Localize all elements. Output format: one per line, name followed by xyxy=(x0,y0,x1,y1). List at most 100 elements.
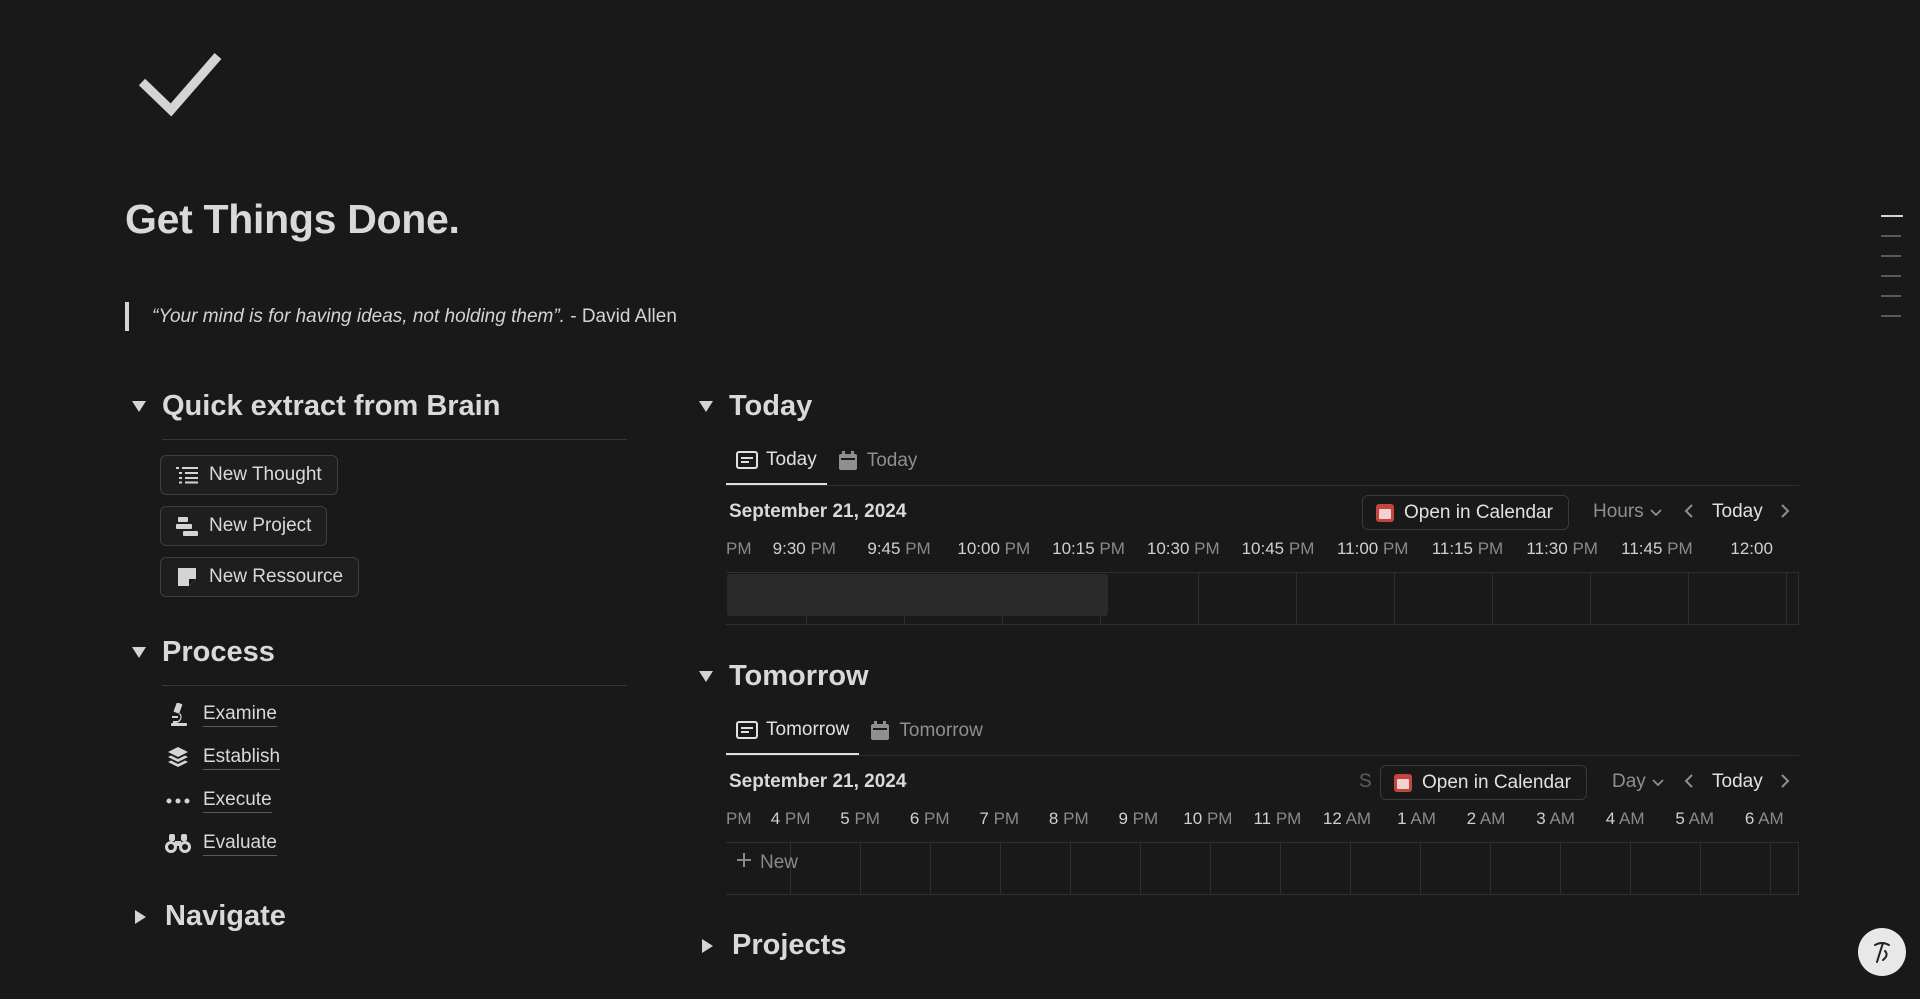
grid-cell[interactable] xyxy=(1281,843,1351,894)
navigate-toggle[interactable]: Navigate xyxy=(132,900,286,933)
quote-author: - David Allen xyxy=(564,306,677,327)
time-label: 10:30 PM xyxy=(1146,539,1220,558)
grid-cell[interactable] xyxy=(1141,843,1211,894)
grid-cell[interactable] xyxy=(1591,573,1689,624)
evaluate-link[interactable]: Evaluate xyxy=(203,832,277,856)
grid-cell[interactable] xyxy=(1001,843,1071,894)
chevron-left-icon[interactable] xyxy=(1684,773,1694,794)
process-toggle[interactable]: Process xyxy=(132,636,275,669)
view-select[interactable]: Day xyxy=(1612,771,1664,793)
toggle-closed-icon[interactable] xyxy=(702,938,713,953)
quick-extract-heading: Quick extract from Brain xyxy=(162,390,501,422)
list-view-icon xyxy=(736,449,758,471)
chevron-left-icon[interactable] xyxy=(1684,503,1694,524)
chevron-right-icon[interactable] xyxy=(1780,773,1790,794)
grid-cell[interactable] xyxy=(861,843,931,894)
toc-line[interactable] xyxy=(1881,275,1901,277)
grid-cell[interactable] xyxy=(1071,843,1141,894)
toc-line[interactable] xyxy=(1881,315,1901,317)
time-label: 1 AM xyxy=(1397,809,1436,828)
process-item-establish[interactable]: Establish xyxy=(165,745,281,771)
timeline-bars-icon xyxy=(175,514,199,538)
process-item-evaluate[interactable]: Evaluate xyxy=(165,831,277,857)
grid-cell[interactable] xyxy=(1199,573,1297,624)
chevron-right-icon[interactable] xyxy=(1780,503,1790,524)
today-view-tabs: Today Today xyxy=(726,436,1799,486)
quote-text: “Your mind is for having ideas, not hold… xyxy=(152,306,565,327)
examine-link[interactable]: Examine xyxy=(203,703,277,727)
toc-line[interactable] xyxy=(1881,235,1901,237)
view-select-value: Hours xyxy=(1593,501,1644,522)
tab-today-calendar[interactable]: Today xyxy=(827,437,928,485)
tab-tomorrow-calendar[interactable]: Tomorrow xyxy=(859,707,992,755)
execute-link[interactable]: Execute xyxy=(203,789,272,813)
grid-cell[interactable] xyxy=(1297,573,1395,624)
chevron-down-icon xyxy=(1650,501,1662,523)
grid-cell[interactable] xyxy=(1351,843,1421,894)
checkmark-icon[interactable] xyxy=(138,52,222,118)
time-label: 5 AM xyxy=(1675,809,1715,828)
grid-cell[interactable] xyxy=(1787,573,1799,624)
calendar-app-icon xyxy=(1376,503,1394,522)
today-nav-button[interactable]: Today xyxy=(1712,501,1763,523)
grid-cell[interactable] xyxy=(1701,843,1771,894)
new-thought-button[interactable]: New Thought xyxy=(160,455,338,495)
note-icon xyxy=(175,565,199,589)
quick-extract-toggle[interactable]: Quick extract from Brain xyxy=(132,390,500,423)
help-icon[interactable] xyxy=(1858,928,1906,976)
tomorrow-toggle[interactable]: Tomorrow xyxy=(699,660,869,693)
binoculars-icon xyxy=(165,831,191,857)
toggle-closed-icon[interactable] xyxy=(135,909,146,924)
grid-cell[interactable] xyxy=(1689,573,1787,624)
projects-heading: Projects xyxy=(732,929,847,961)
projects-toggle[interactable]: Projects xyxy=(699,929,846,962)
grid-cell[interactable] xyxy=(1395,573,1493,624)
toggle-open-icon[interactable] xyxy=(132,401,146,412)
today-nav-button[interactable]: Today xyxy=(1712,771,1763,793)
grid-cell[interactable] xyxy=(1771,843,1799,894)
grid-cell[interactable] xyxy=(1491,843,1561,894)
new-ressource-button[interactable]: New Ressource xyxy=(160,557,360,597)
new-project-button[interactable]: New Project xyxy=(160,506,328,546)
toggle-open-icon[interactable] xyxy=(699,401,713,412)
tab-tomorrow-list[interactable]: Tomorrow xyxy=(726,707,860,755)
grid-cell[interactable] xyxy=(1421,843,1491,894)
view-select[interactable]: Hours xyxy=(1593,501,1662,523)
tab-today-list[interactable]: Today xyxy=(726,437,827,485)
new-event-button[interactable]: New xyxy=(736,852,798,874)
layers-icon xyxy=(165,745,191,771)
open-calendar-label: Open in Calendar xyxy=(1422,771,1571,793)
grid-cell[interactable] xyxy=(1631,843,1701,894)
tab-label: Today xyxy=(766,449,817,470)
time-label: 3 AM xyxy=(1536,809,1575,828)
grid-cell[interactable] xyxy=(1493,573,1591,624)
time-label: 4 AM xyxy=(1605,809,1645,828)
today-toggle[interactable]: Today xyxy=(699,390,812,423)
time-label: 4 PM xyxy=(770,809,811,828)
process-item-execute[interactable]: Execute xyxy=(165,788,272,814)
open-in-calendar-button[interactable]: Open in Calendar xyxy=(1362,495,1569,530)
open-calendar-label: Open in Calendar xyxy=(1404,501,1553,523)
new-ressource-label: New Ressource xyxy=(209,566,344,587)
grid-cell[interactable] xyxy=(931,843,1001,894)
time-label: 11:00 PM xyxy=(1336,539,1409,558)
divider xyxy=(162,439,627,440)
establish-link[interactable]: Establish xyxy=(203,746,281,770)
toggle-open-icon[interactable] xyxy=(132,647,146,658)
grid-cell[interactable] xyxy=(1211,843,1281,894)
grid-cell[interactable] xyxy=(1101,573,1199,624)
toc-line[interactable] xyxy=(1881,295,1901,297)
toc-line[interactable] xyxy=(1881,215,1903,217)
time-axis: PM 9:30 PM 9:45 PM 10:00 PM 10:15 PM 10:30 PM… xyxy=(726,539,1799,559)
toggle-open-icon[interactable] xyxy=(699,671,713,682)
event-placeholder[interactable] xyxy=(727,574,1108,616)
grid-cell[interactable] xyxy=(1561,843,1631,894)
process-heading: Process xyxy=(162,636,275,668)
time-grid[interactable] xyxy=(726,842,1799,895)
process-item-examine[interactable]: Examine xyxy=(165,702,277,728)
toc-line[interactable] xyxy=(1881,255,1901,257)
new-label: New xyxy=(760,852,799,873)
table-of-contents[interactable] xyxy=(1881,215,1903,335)
open-in-calendar-button[interactable]: Open in Calendar xyxy=(1380,765,1587,800)
grid-cell[interactable] xyxy=(791,843,861,894)
